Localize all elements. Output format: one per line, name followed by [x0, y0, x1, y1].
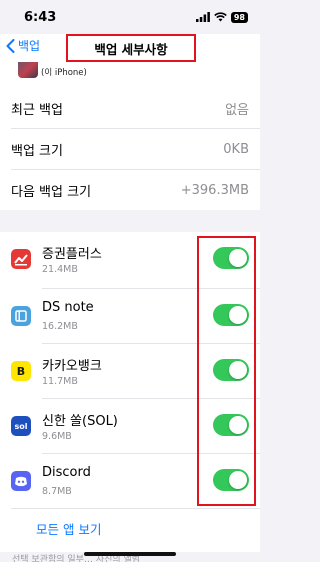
- page-title: 백업 세부사항: [66, 34, 196, 62]
- chart-icon: [11, 249, 31, 269]
- last-backup-row: 최근 백업 없음: [0, 88, 260, 128]
- wifi-icon: [214, 12, 227, 22]
- battery-indicator: 98: [230, 11, 248, 23]
- app-name: 증권플러스: [42, 247, 102, 262]
- toggle-highlight-box: [197, 236, 256, 506]
- backup-info-card: 최근 백업 없음 백업 크기 0KB 다음 백업 크기 +396.3MB: [0, 88, 260, 210]
- backup-size-row: 백업 크기 0KB: [0, 129, 260, 169]
- status-time: 6:43: [24, 9, 57, 25]
- last-backup-value: 없음: [225, 102, 249, 118]
- app-size: 16.2MB: [42, 321, 78, 332]
- app-name: 신한 쏠(SOL): [42, 414, 118, 429]
- app-name: 카카오뱅크: [42, 359, 102, 374]
- backup-size-value: 0KB: [223, 141, 249, 157]
- next-backup-value: +396.3MB: [180, 182, 249, 198]
- back-button[interactable]: 백업: [6, 37, 40, 54]
- kakaobank-icon: B: [11, 361, 31, 381]
- app-name: Discord: [42, 465, 91, 480]
- note-icon: [11, 306, 31, 326]
- next-backup-label: 다음 백업 크기: [11, 184, 92, 200]
- status-bar: 6:43 98: [0, 0, 260, 34]
- nav-bar: 백업 백업 세부사항: [0, 34, 260, 62]
- show-all-apps-link[interactable]: 모든 앱 보기: [36, 519, 101, 538]
- back-label: 백업: [18, 39, 41, 53]
- status-icons: 98: [195, 11, 248, 23]
- chevron-left-icon: [6, 38, 15, 53]
- next-backup-row: 다음 백업 크기 +396.3MB: [0, 170, 260, 210]
- app-size: 8.7MB: [42, 486, 72, 497]
- discord-icon: [11, 471, 31, 491]
- device-label: (이 iPhone): [41, 68, 87, 78]
- device-row: (이 iPhone): [0, 62, 260, 88]
- app-size: 11.7MB: [42, 376, 78, 387]
- divider: [11, 508, 260, 509]
- app-name: DS note: [42, 300, 94, 315]
- sol-icon: sol: [11, 416, 31, 436]
- backup-size-label: 백업 크기: [11, 143, 63, 159]
- app-size: 21.4MB: [42, 264, 78, 275]
- home-indicator[interactable]: [84, 552, 176, 556]
- app-size: 9.6MB: [42, 431, 72, 442]
- last-backup-label: 최근 백업: [11, 102, 63, 118]
- signal-icon: [195, 12, 210, 22]
- device-thumbnail: [18, 62, 38, 78]
